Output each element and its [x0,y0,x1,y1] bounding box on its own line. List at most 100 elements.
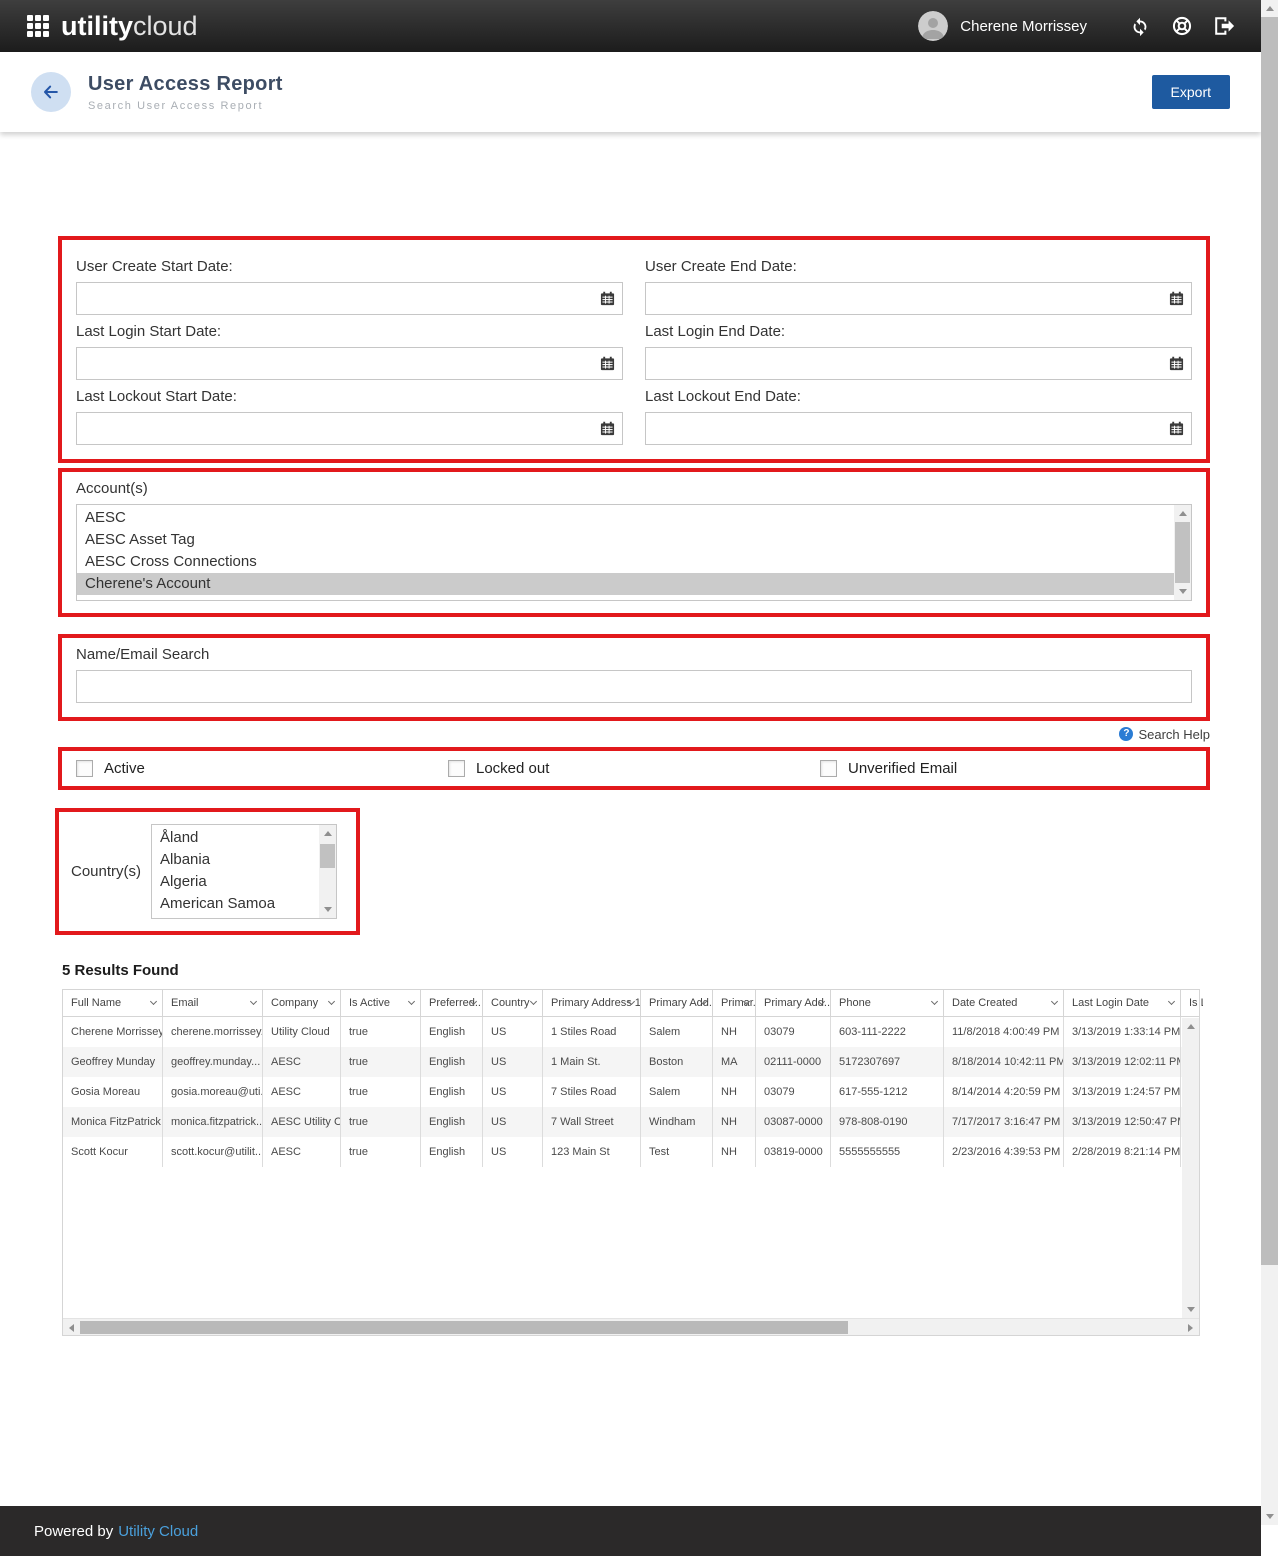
country-section: Country(s) ÅlandAlbaniaAlgeriaAmerican S… [55,808,360,935]
column-header[interactable]: Company [263,990,341,1016]
country-label: Country(s) [71,863,141,880]
column-header[interactable]: Preferred... [421,990,483,1016]
user-name[interactable]: Cherene Morrissey [960,18,1087,35]
scroll-down-icon[interactable] [1187,1307,1195,1312]
table-horizontal-scrollbar[interactable] [63,1318,1199,1335]
table-row[interactable]: Monica FitzPatrickmonica.fitzpatrick...A… [63,1107,1199,1137]
calendar-icon[interactable] [1169,421,1184,436]
countries-scrollbar-thumb[interactable] [320,844,335,868]
name-email-search-input[interactable] [77,671,1191,702]
table-cell: US [483,1077,543,1107]
column-header[interactable]: Email [163,990,263,1016]
scroll-down-icon[interactable] [1179,589,1187,594]
accounts-scrollbar-thumb[interactable] [1175,522,1190,583]
list-option[interactable]: Cherene's Account [77,573,1174,595]
chevron-down-icon[interactable] [931,998,938,1005]
list-option[interactable]: AESC [77,507,1174,529]
table-hscroll-thumb[interactable] [80,1321,848,1334]
page-scrollbar[interactable] [1261,0,1278,1525]
avatar[interactable] [918,11,948,41]
table-row[interactable]: Geoffrey Mundaygeoffrey.munday...AESCtru… [63,1047,1199,1077]
scroll-up-icon[interactable] [1187,1024,1195,1029]
table-row[interactable]: Cherene Morrisseycherene.morrissey...Uti… [63,1017,1199,1047]
date-input[interactable] [77,348,622,379]
unverified-email-checkbox[interactable] [820,760,837,777]
page-scrollbar-thumb[interactable] [1261,17,1278,1265]
table-cell: true [341,1137,421,1167]
calendar-icon[interactable] [1169,356,1184,371]
date-input[interactable] [77,283,622,314]
scroll-right-icon[interactable] [1188,1324,1193,1332]
chevron-down-icon[interactable] [1051,998,1058,1005]
list-option[interactable]: AESC Cross Connections [77,551,1174,573]
countries-listbox[interactable]: ÅlandAlbaniaAlgeriaAmerican Samoa [151,824,337,919]
table-cell: Boston [641,1047,713,1077]
checkbox-group-active: Active [76,760,448,777]
locked-out-checkbox[interactable] [448,760,465,777]
table-row[interactable]: Scott Kocurscott.kocur@utilit...AESCtrue… [63,1137,1199,1167]
scroll-up-icon[interactable] [324,831,332,836]
column-header[interactable]: Is L [1181,990,1203,1016]
column-header[interactable]: Primar... [713,990,756,1016]
chevron-down-icon[interactable] [530,998,537,1005]
accounts-listbox[interactable]: AESCAESC Asset TagAESC Cross Connections… [76,504,1192,601]
scroll-up-icon[interactable] [1266,6,1274,11]
logout-icon[interactable] [1213,15,1235,37]
table-cell: 3/13/2019 12:02:11 PM [1064,1047,1181,1077]
date-input[interactable] [646,283,1191,314]
date-field-label: Last Login End Date: [645,323,1192,340]
calendar-icon[interactable] [600,291,615,306]
date-input[interactable] [77,413,622,444]
table-cell: scott.kocur@utilit... [163,1137,263,1167]
refresh-icon[interactable] [1129,15,1151,37]
list-option[interactable]: Algeria [152,871,319,893]
table-cell: 1 Main St. [543,1047,641,1077]
scroll-up-icon[interactable] [1179,511,1187,516]
checkbox-group-unverified-email: Unverified Email [820,760,1192,777]
table-cell: US [483,1047,543,1077]
column-header[interactable]: Last Login Date [1064,990,1181,1016]
results-table: Full NameEmailCompanyIs ActivePreferred.… [62,989,1200,1336]
page-footer: Powered by Utility Cloud [0,1506,1261,1556]
calendar-icon[interactable] [600,356,615,371]
scroll-down-icon[interactable] [1266,1514,1274,1519]
table-cell: NH [713,1137,756,1167]
table-vertical-scrollbar[interactable] [1182,1018,1199,1318]
export-button[interactable]: Export [1152,75,1230,109]
list-option[interactable]: American Samoa [152,893,319,915]
column-header[interactable]: Full Name [63,990,163,1016]
list-option[interactable]: Albania [152,849,319,871]
chevron-down-icon[interactable] [328,998,335,1005]
table-row[interactable]: Gosia Moreaugosia.moreau@uti...AESCtrueE… [63,1077,1199,1107]
column-header[interactable]: Is Active [341,990,421,1016]
chevron-down-icon[interactable] [250,998,257,1005]
column-header[interactable]: Primary Address 1 [543,990,641,1016]
list-option[interactable]: AESC Asset Tag [77,529,1174,551]
date-input[interactable] [646,413,1191,444]
countries-scrollbar[interactable] [319,825,336,918]
chevron-down-icon[interactable] [1168,998,1175,1005]
calendar-icon[interactable] [1169,291,1184,306]
chevron-down-icon[interactable] [408,998,415,1005]
list-option[interactable]: Åland [152,827,319,849]
accounts-scrollbar[interactable] [1174,505,1191,600]
column-header[interactable]: Primary Add... [756,990,831,1016]
search-help-link[interactable]: ? Search Help [1119,727,1210,742]
chevron-down-icon[interactable] [150,998,157,1005]
scroll-down-icon[interactable] [324,907,332,912]
date-field: Last Lockout End Date: [645,388,1192,445]
utility-cloud-link[interactable]: Utility Cloud [118,1523,198,1540]
column-header[interactable]: Date Created [944,990,1064,1016]
life-ring-icon[interactable] [1171,15,1193,37]
calendar-icon[interactable] [600,421,615,436]
active-checkbox[interactable] [76,760,93,777]
column-header[interactable]: Phone [831,990,944,1016]
table-cell: NH [713,1107,756,1137]
column-header[interactable]: Country [483,990,543,1016]
scroll-left-icon[interactable] [69,1324,74,1332]
grid-icon [26,14,50,38]
column-header[interactable]: Primary Add... [641,990,713,1016]
back-button[interactable] [31,72,71,112]
brand-logo[interactable]: utilitycloud [26,13,198,40]
date-input[interactable] [646,348,1191,379]
